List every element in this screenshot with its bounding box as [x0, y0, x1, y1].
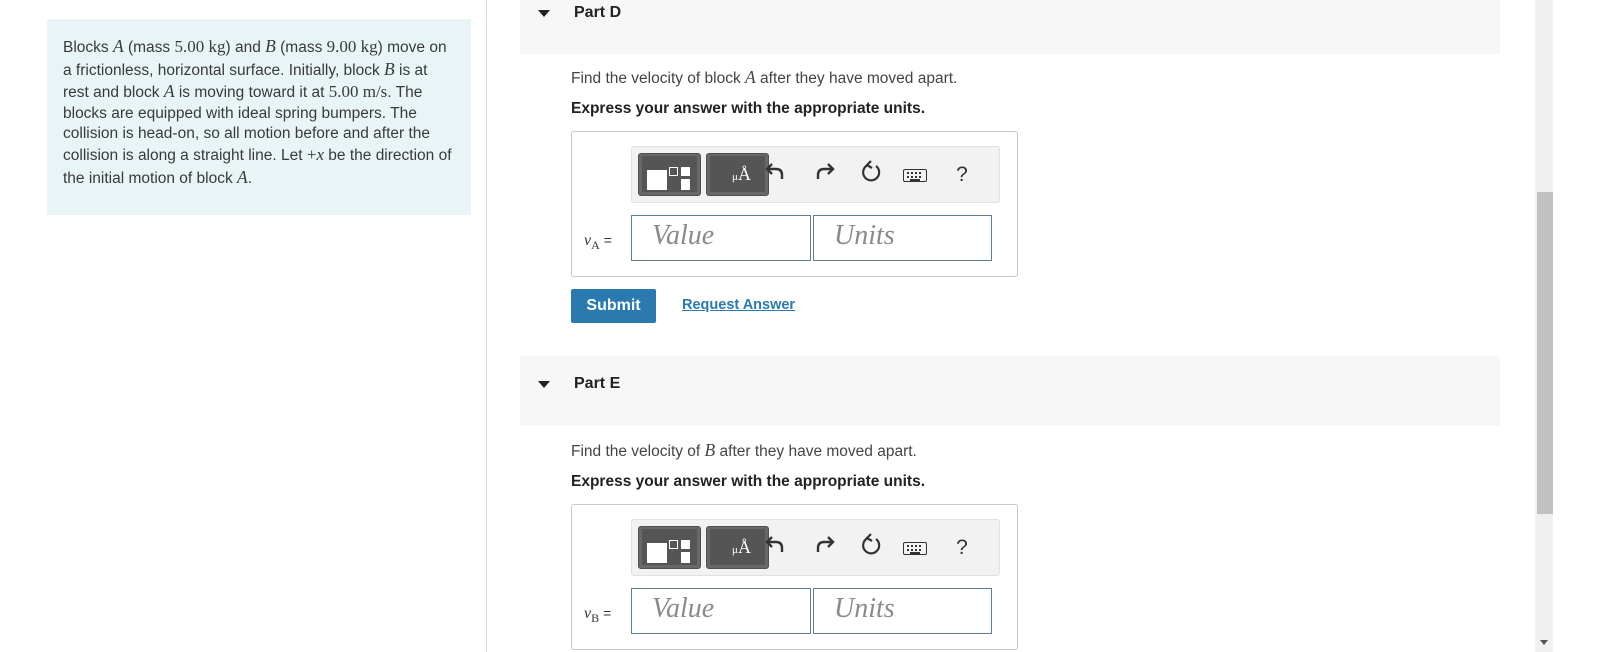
problem-statement: Blocks A (mass 5.00 kg) and B (mass 9.00…	[47, 19, 471, 215]
problem-text: Blocks A (mass 5.00 kg) and B (mass 9.00…	[63, 36, 452, 187]
keyboard-icon[interactable]	[900, 533, 930, 563]
units-input[interactable]: Units	[813, 588, 992, 634]
variable-label: vB =	[584, 605, 612, 626]
templates-icon[interactable]	[638, 526, 701, 569]
redo-icon[interactable]	[812, 160, 838, 190]
units-input[interactable]: Units	[813, 215, 992, 261]
undo-icon[interactable]	[762, 160, 788, 190]
collapse-caret-icon[interactable]	[538, 381, 550, 388]
help-icon[interactable]: ?	[949, 160, 975, 190]
part-d-answer-box: μÅ ? vA = Value Units	[571, 131, 1018, 277]
submit-button[interactable]: Submit	[571, 289, 656, 323]
help-icon[interactable]: ?	[949, 533, 975, 563]
scrollbar-thumb[interactable]	[1537, 192, 1553, 514]
part-d-title: Part D	[574, 4, 622, 21]
request-answer-link[interactable]: Request Answer	[682, 297, 795, 313]
units-icon[interactable]: μÅ	[706, 153, 769, 196]
part-d-prompt: Find the velocity of block A after they …	[571, 67, 958, 87]
math-toolbar: μÅ ?	[631, 519, 1000, 576]
scroll-down-arrow-icon[interactable]	[1540, 640, 1548, 645]
part-e-header[interactable]: Part E	[520, 356, 1500, 426]
part-e-instruction: Express your answer with the appropriate…	[571, 473, 926, 490]
reset-icon[interactable]	[859, 533, 885, 563]
part-d-instruction: Express your answer with the appropriate…	[571, 100, 926, 117]
templates-icon[interactable]	[638, 153, 701, 196]
units-icon[interactable]: μÅ	[706, 526, 769, 569]
part-d-header[interactable]: Part D	[520, 0, 1500, 54]
collapse-caret-icon[interactable]	[538, 10, 550, 17]
reset-icon[interactable]	[859, 160, 885, 190]
part-e-prompt: Find the velocity of B after they have m…	[571, 440, 917, 460]
value-input[interactable]: Value	[631, 588, 811, 634]
variable-label: vA =	[584, 232, 612, 253]
part-e-answer-box: μÅ ? vB = Value Units	[571, 504, 1018, 650]
undo-icon[interactable]	[762, 533, 788, 563]
redo-icon[interactable]	[812, 533, 838, 563]
keyboard-icon[interactable]	[900, 160, 930, 190]
value-input[interactable]: Value	[631, 215, 811, 261]
math-toolbar: μÅ ?	[631, 146, 1000, 203]
column-divider	[486, 0, 487, 652]
part-e-title: Part E	[574, 375, 621, 392]
